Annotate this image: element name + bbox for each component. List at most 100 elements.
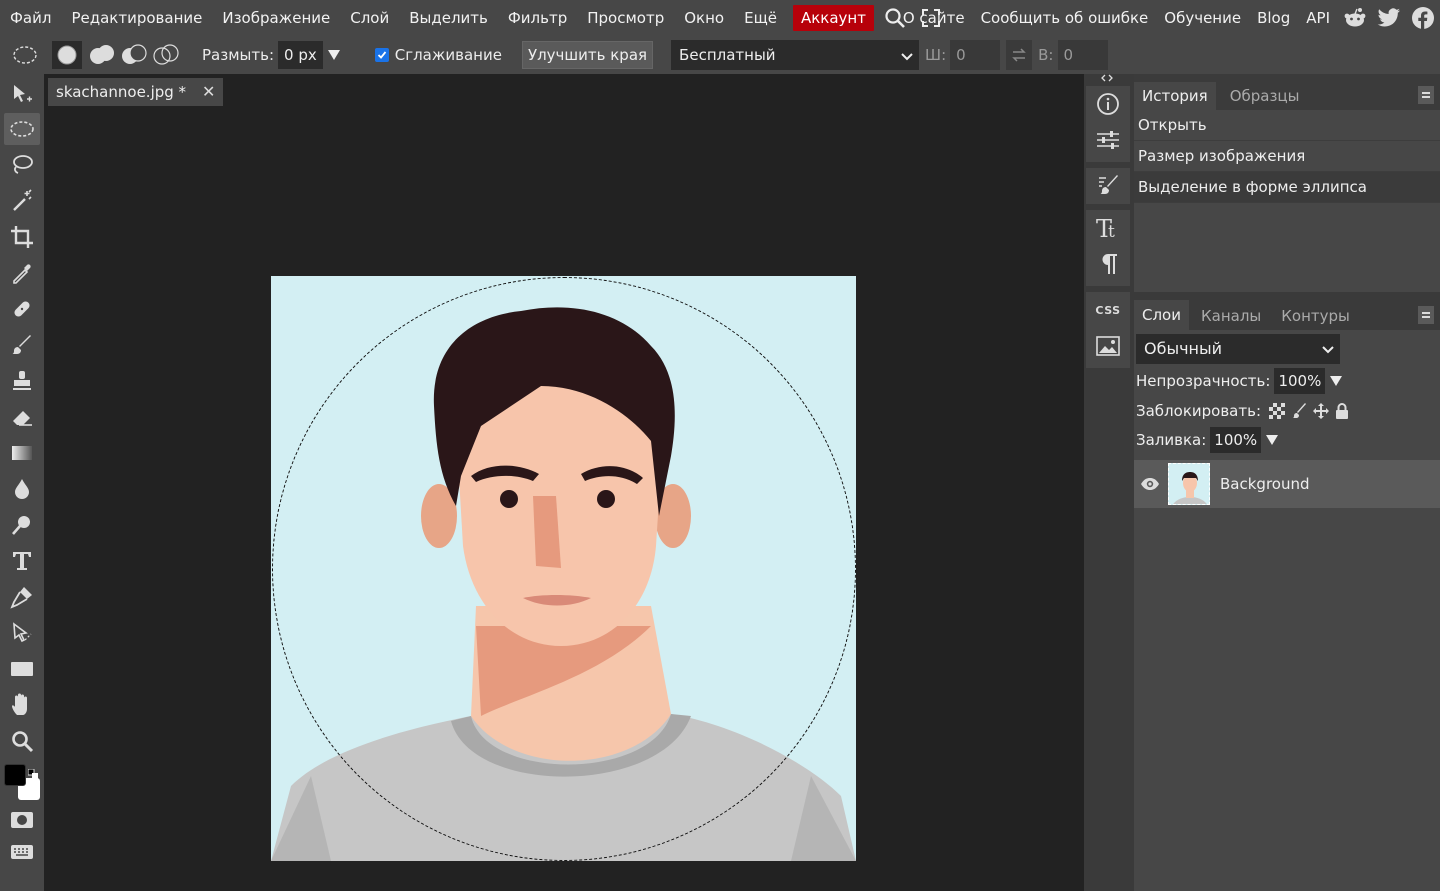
- foreground-color-swatch[interactable]: [4, 764, 26, 786]
- dock-group-4: CSS: [1086, 292, 1130, 368]
- lock-all-icon[interactable]: [1335, 403, 1349, 419]
- stamp-tool-icon[interactable]: [4, 365, 40, 397]
- dock-group-3: Tt: [1086, 210, 1130, 286]
- layer-thumbnail[interactable]: [1168, 463, 1210, 505]
- swap-dimensions-icon[interactable]: [1006, 40, 1033, 70]
- selection-mode-subtract-icon[interactable]: [120, 44, 148, 66]
- menu-api[interactable]: API: [1298, 0, 1338, 36]
- path-select-tool-icon[interactable]: [4, 617, 40, 649]
- facebook-icon[interactable]: [1406, 0, 1440, 36]
- tab-paths[interactable]: Контуры: [1273, 302, 1358, 330]
- menu-report-bug[interactable]: Сообщить об ошибке: [973, 0, 1157, 36]
- zoom-tool-icon[interactable]: [4, 725, 40, 757]
- ellipse-select-tool-icon[interactable]: [4, 113, 40, 145]
- dodge-tool-icon[interactable]: [4, 509, 40, 541]
- marquee-ellipse-icon[interactable]: [12, 45, 38, 65]
- pen-tool-icon[interactable]: [4, 581, 40, 613]
- account-button[interactable]: Аккаунт: [792, 5, 874, 31]
- history-panel-header: История Образцы: [1134, 74, 1440, 110]
- menu-about[interactable]: О сайте: [895, 0, 973, 36]
- tab-layers[interactable]: Слои: [1134, 300, 1189, 330]
- blend-mode-select[interactable]: Обычный: [1136, 334, 1340, 364]
- tab-history[interactable]: История: [1134, 82, 1216, 110]
- history-item-selected[interactable]: Выделение в форме эллипса: [1134, 172, 1440, 203]
- fill-dropdown-icon[interactable]: [1265, 434, 1279, 446]
- move-tool-icon[interactable]: [4, 78, 40, 110]
- css-icon[interactable]: CSS: [1086, 292, 1130, 328]
- antialias-checkbox[interactable]: [374, 48, 389, 62]
- menu-right: О сайте Сообщить об ошибке Обучение Blog…: [895, 0, 1440, 36]
- selection-mode-intersect-icon[interactable]: [152, 44, 180, 66]
- close-icon[interactable]: ✕: [202, 78, 215, 106]
- menu-filter[interactable]: Фильтр: [498, 0, 577, 36]
- crop-tool-icon[interactable]: [4, 221, 40, 253]
- opacity-dropdown-icon[interactable]: [1329, 375, 1343, 387]
- color-swatches[interactable]: [4, 764, 44, 804]
- dock-group-1: [1086, 86, 1130, 162]
- layer-row-background[interactable]: Background: [1134, 460, 1440, 508]
- document-tab[interactable]: skachannoe.jpg * ✕: [48, 78, 224, 106]
- feather-dropdown-icon[interactable]: [327, 49, 341, 61]
- character-icon[interactable]: Tt: [1086, 210, 1130, 246]
- swap-colors-icon[interactable]: [27, 764, 38, 779]
- menu-learn[interactable]: Обучение: [1156, 0, 1249, 36]
- tab-channels[interactable]: Каналы: [1193, 302, 1269, 330]
- magic-wand-tool-icon[interactable]: [4, 185, 40, 217]
- menu-file[interactable]: Файл: [0, 0, 61, 36]
- blur-tool-icon[interactable]: [4, 473, 40, 505]
- selection-mode-new-icon[interactable]: [52, 41, 82, 69]
- menu-image[interactable]: Изображение: [212, 0, 340, 36]
- lasso-tool-icon[interactable]: [4, 149, 40, 181]
- eyedropper-tool-icon[interactable]: [4, 257, 40, 289]
- menu-bar: Файл Редактирование Изображение Слой Выд…: [0, 0, 1440, 36]
- menu-window[interactable]: Окно: [674, 0, 734, 36]
- document-area[interactable]: skachannoe.jpg * ✕: [44, 74, 1084, 891]
- healing-brush-tool-icon[interactable]: [4, 293, 40, 325]
- hand-tool-icon[interactable]: [4, 689, 40, 721]
- eye-icon[interactable]: [1140, 477, 1160, 491]
- brush-tool-icon[interactable]: [4, 329, 40, 361]
- reddit-icon[interactable]: [1338, 0, 1372, 36]
- layers-panel-header: Слои Каналы Контуры: [1134, 292, 1440, 330]
- panel-menu-icon[interactable]: [1418, 86, 1434, 104]
- adjustments-icon[interactable]: [1086, 122, 1130, 158]
- refine-edge-button[interactable]: Улучшить края: [521, 41, 654, 69]
- selection-mode-add-icon[interactable]: [88, 44, 116, 66]
- collapse-left-icon[interactable]: [1100, 74, 1114, 85]
- layer-name[interactable]: Background: [1220, 475, 1310, 493]
- eraser-tool-icon[interactable]: [4, 401, 40, 433]
- lock-transparency-icon[interactable]: [1269, 403, 1285, 419]
- dock-group-2: [1086, 168, 1130, 204]
- menu-blog[interactable]: Blog: [1249, 0, 1298, 36]
- feather-input[interactable]: 0 px: [278, 41, 323, 69]
- canvas-image[interactable]: [271, 276, 856, 861]
- history-item[interactable]: Размер изображения: [1134, 141, 1440, 172]
- rectangle-tool-icon[interactable]: [4, 653, 40, 685]
- style-select[interactable]: Бесплатный: [671, 40, 920, 70]
- menu-select[interactable]: Выделить: [399, 0, 498, 36]
- history-item[interactable]: Открыть: [1134, 110, 1440, 141]
- info-icon[interactable]: [1086, 86, 1130, 122]
- menu-more[interactable]: Ещё: [734, 0, 787, 36]
- height-input[interactable]: 0: [1057, 40, 1108, 70]
- fill-input[interactable]: 100%: [1210, 427, 1262, 453]
- lock-position-icon[interactable]: [1313, 403, 1329, 419]
- lock-paint-icon[interactable]: [1291, 403, 1307, 419]
- menu-edit[interactable]: Редактирование: [61, 0, 212, 36]
- menu-layer[interactable]: Слой: [340, 0, 399, 36]
- lock-label: Заблокировать:: [1136, 402, 1261, 420]
- width-input[interactable]: 0: [950, 40, 1001, 70]
- paragraph-icon[interactable]: [1086, 246, 1130, 282]
- brush-settings-icon[interactable]: [1086, 168, 1130, 204]
- text-tool-icon[interactable]: [4, 545, 40, 577]
- opacity-input[interactable]: 100%: [1274, 368, 1326, 394]
- quick-mask-icon[interactable]: [4, 804, 40, 836]
- tab-swatches[interactable]: Образцы: [1222, 82, 1308, 110]
- image-icon[interactable]: [1086, 328, 1130, 364]
- twitter-icon[interactable]: [1372, 0, 1406, 36]
- keyboard-icon[interactable]: [4, 836, 40, 868]
- lock-row: Заблокировать:: [1136, 398, 1349, 424]
- menu-view[interactable]: Просмотр: [577, 0, 674, 36]
- panel-menu-icon[interactable]: [1418, 306, 1434, 324]
- gradient-tool-icon[interactable]: [4, 437, 40, 469]
